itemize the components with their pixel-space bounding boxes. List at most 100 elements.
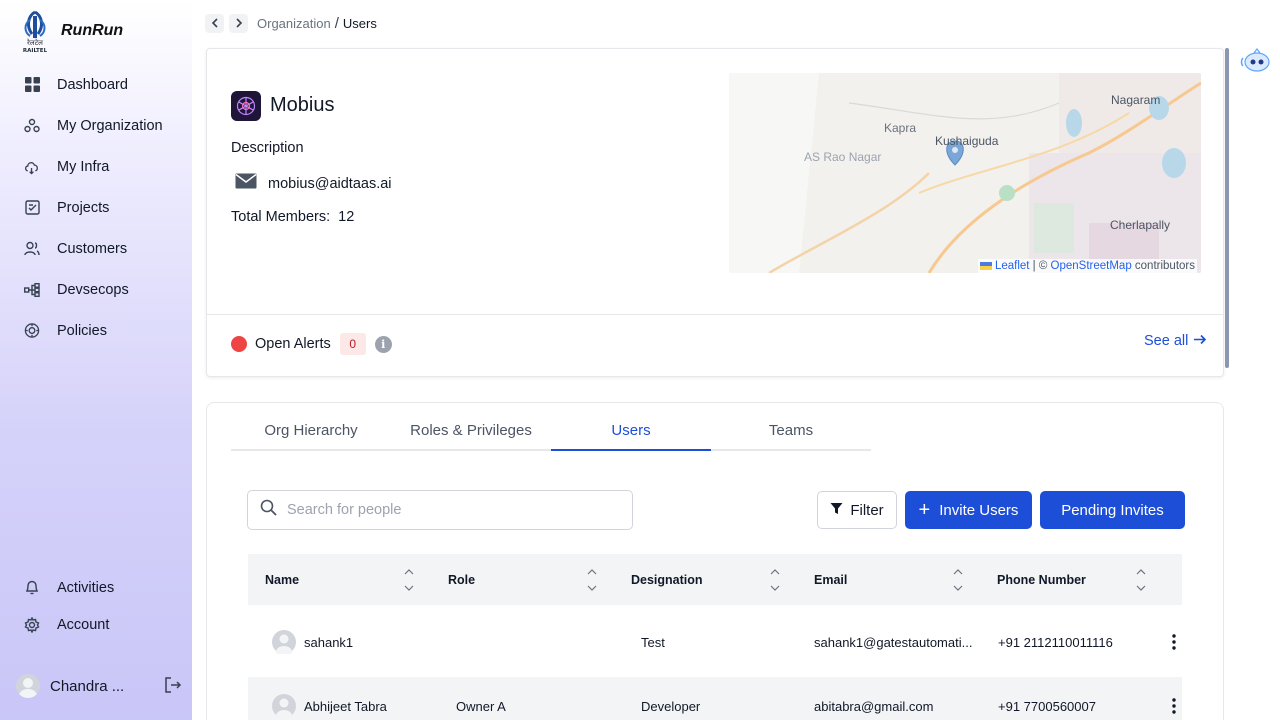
invite-users-button[interactable]: + Invite Users [905, 491, 1032, 529]
map-label: AS Rao Nagar [804, 150, 882, 164]
tab-teams[interactable]: Teams [711, 421, 871, 449]
logout-icon[interactable] [164, 676, 184, 696]
assistant-bot-icon[interactable] [1240, 46, 1272, 76]
plus-icon: + [918, 499, 931, 521]
sort-icon[interactable] [953, 568, 963, 592]
user-name: Chandra ... [50, 677, 125, 695]
railtel-logo: रेलटेल RAILTEL [18, 10, 52, 54]
breadcrumb-parent[interactable]: Organization [257, 16, 331, 31]
app-name: RunRun [61, 22, 124, 39]
open-alerts-label: Open Alerts [255, 336, 331, 352]
see-all-link[interactable]: See all [1144, 333, 1207, 349]
column-label: Role [448, 572, 476, 587]
pending-invites-button[interactable]: Pending Invites [1040, 491, 1185, 529]
sidebar-item-my-infra[interactable]: My Infra [0, 146, 192, 187]
arrow-right-icon [1194, 333, 1207, 349]
location-map[interactable]: Nagaram Kapra Kushaiguda AS Rao Nagar Ch… [729, 73, 1201, 273]
column-header-email[interactable]: Email [797, 554, 980, 605]
leaflet-link[interactable]: Leaflet [995, 260, 1030, 272]
sidebar-item-label: Account [57, 616, 110, 633]
map-label: Nagaram [1111, 93, 1161, 107]
cell-designation: Developer [641, 698, 701, 714]
more-options-icon[interactable] [1172, 634, 1176, 650]
members-count: 12 [338, 209, 355, 225]
more-options-icon[interactable] [1172, 698, 1176, 714]
search-icon [260, 499, 277, 521]
column-header-designation[interactable]: Designation [614, 554, 797, 605]
sidebar-item-customers[interactable]: Customers [0, 228, 192, 269]
tab-roles-privileges[interactable]: Roles & Privileges [391, 421, 551, 449]
sidebar-item-dashboard[interactable]: Dashboard [0, 64, 192, 105]
sidebar-item-account[interactable]: Account [0, 606, 192, 643]
tab-org-hierarchy[interactable]: Org Hierarchy [231, 421, 391, 449]
projects-icon [24, 200, 40, 216]
avatar [272, 694, 296, 720]
grid-icon [24, 77, 40, 93]
brand[interactable]: रेलटेल RAILTEL RunRun [18, 10, 123, 54]
see-all-label: See all [1144, 333, 1189, 349]
map-label: Cherlapally [1110, 218, 1171, 232]
sort-icon[interactable] [587, 568, 597, 592]
search-input[interactable] [287, 502, 607, 518]
attribution-separator: | © [1029, 260, 1051, 272]
members-label: Total Members: [231, 209, 331, 225]
breadcrumb: Organization / Users [205, 13, 377, 33]
svg-text:RAILTEL: RAILTEL [23, 48, 48, 54]
openstreetmap-link[interactable]: OpenStreetMap [1051, 260, 1132, 272]
pending-invites-label: Pending Invites [1061, 501, 1164, 519]
column-label: Name [265, 572, 300, 587]
svg-text:रेलटेल: रेलटेल [27, 38, 43, 47]
cell-email: abitabra@gmail.com [814, 698, 934, 714]
forward-button[interactable] [229, 13, 248, 33]
bell-icon [24, 580, 40, 596]
mail-icon [235, 173, 257, 194]
sort-icon[interactable] [404, 568, 414, 592]
map-attribution: Leaflet | © OpenStreetMap contributors [977, 259, 1197, 273]
description-label: Description [231, 140, 304, 156]
sidebar-item-activities[interactable]: Activities [0, 569, 192, 606]
tab-users[interactable]: Users [551, 421, 711, 451]
sidebar-item-my-organization[interactable]: My Organization [0, 105, 192, 146]
table-row[interactable]: Abhijeet Tabra Owner A Developer abitabr… [248, 677, 1182, 720]
sidebar-item-policies[interactable]: Policies [0, 310, 192, 351]
current-user[interactable]: Chandra ... [16, 672, 184, 700]
cell-phone: +91 7700560007 [998, 698, 1096, 714]
avatar [16, 674, 40, 698]
search-box[interactable] [247, 490, 633, 530]
sidebar-item-label: Dashboard [57, 76, 128, 93]
org-card: Mobius Description mobius@aidtaas.ai Tot… [206, 48, 1224, 377]
info-icon[interactable]: i [374, 335, 392, 353]
sort-icon[interactable] [770, 568, 780, 592]
org-email-value[interactable]: mobius@aidtaas.ai [268, 176, 392, 192]
table-row[interactable]: sahank1 Test sahank1@gatestautomati... +… [248, 613, 1182, 671]
back-button[interactable] [205, 13, 224, 33]
map-label: Kapra [884, 121, 917, 135]
sidebar-item-label: Projects [57, 199, 110, 216]
sidebar: रेलटेल RAILTEL RunRun Dashboard My Organ… [0, 0, 192, 720]
users-icon [24, 241, 40, 257]
gear-icon [24, 616, 40, 633]
sidebar-nav: Dashboard My Organization My Infra Proje… [0, 64, 192, 351]
sidebar-item-projects[interactable]: Projects [0, 187, 192, 228]
column-header-role[interactable]: Role [431, 554, 614, 605]
sidebar-item-label: Devsecops [57, 281, 129, 298]
avatar [272, 630, 296, 658]
sidebar-bottom-nav: Activities Account [0, 569, 192, 643]
sort-icon[interactable] [1136, 568, 1146, 592]
filter-button[interactable]: Filter [817, 491, 897, 529]
filter-label: Filter [850, 501, 884, 519]
scrollbar[interactable] [1225, 48, 1229, 368]
sidebar-item-label: Policies [57, 322, 107, 339]
alerts-count-badge: 0 [339, 333, 366, 355]
divider [207, 314, 1223, 315]
sidebar-item-label: My Organization [57, 117, 163, 134]
column-header-name[interactable]: Name [248, 554, 431, 605]
column-label: Email [814, 572, 848, 587]
sidebar-item-devsecops[interactable]: Devsecops [0, 269, 192, 310]
cell-role: Owner A [456, 698, 506, 714]
cell-phone: +91 2112110011116 [998, 634, 1113, 650]
column-header-phone[interactable]: Phone Number [980, 554, 1163, 605]
sidebar-item-label: My Infra [57, 158, 110, 175]
tab-bar: Org Hierarchy Roles & Privileges Users T… [231, 421, 871, 451]
alert-status-dot [231, 336, 247, 352]
